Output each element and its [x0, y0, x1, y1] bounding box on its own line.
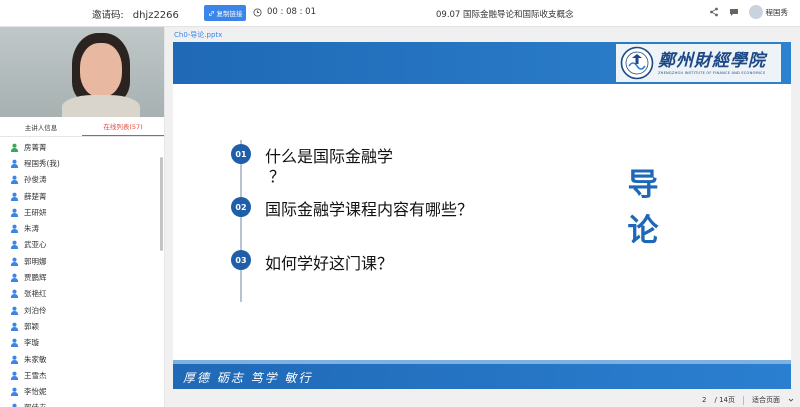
current-user-menu[interactable]: 程国秀 [748, 5, 789, 19]
tab-online-list[interactable]: 在线列表(57) [82, 117, 164, 136]
total-pages: / 14页 [714, 396, 736, 404]
copy-link-label: 复制链接 [216, 10, 243, 18]
user-name: 李怡妮 [24, 387, 47, 397]
person-icon [10, 355, 19, 364]
user-name: 房菁菁 [24, 142, 47, 152]
page-controls: 2 / 14页 适合页面 [680, 393, 800, 407]
top-bar: 邀请码: dhjz2266 复制链接 00 : 08 : 01 09.07 国际… [0, 0, 800, 27]
item-number-badge: 02 [231, 197, 251, 217]
slide: 鄭州財經學院 ZHENGZHOU INSTITUTE OF FINANCE AN… [173, 42, 791, 389]
presenter-video [0, 27, 164, 117]
person-icon [12, 404, 17, 407]
slide-header: 鄭州財經學院 ZHENGZHOU INSTITUTE OF FINANCE AN… [173, 42, 791, 84]
user-name: 程国秀(我) [24, 158, 60, 168]
user-name: 郭明娜 [24, 256, 47, 266]
item-number-badge: 01 [231, 144, 251, 164]
user-name: 朱家敏 [24, 354, 47, 364]
fit-page-select[interactable]: 适合页面 [752, 395, 780, 405]
host-person-icon [10, 143, 19, 152]
meeting-title: 09.07 国际金融导论和国际收支概念 [436, 10, 574, 20]
agenda-item-3: 如何学好这门课？ [265, 254, 394, 273]
list-item[interactable]: 孙俊涛 [0, 172, 164, 188]
list-item[interactable]: 薛楚菁 [0, 188, 164, 204]
person-icon [10, 257, 19, 266]
document-viewer: Ch0-导论.pptx 鄭州財經學院 ZHENGZHOU INSTITUTE O… [165, 27, 800, 407]
chevron-down-icon[interactable] [788, 397, 794, 403]
left-panel: 主讲人信息 在线列表(57) 房菁菁程国秀(我) 孙俊涛薛楚菁王研妍朱涛武亚心郭明… [0, 27, 165, 407]
list-item[interactable]: 郭明娜 [0, 253, 164, 269]
list-item[interactable]: 郭佳卉 [0, 400, 164, 407]
agenda-item-2: 国际金融学课程内容有哪些？ [265, 200, 474, 219]
user-name: 郭颖 [24, 321, 39, 331]
user-name: 张艳红 [24, 289, 47, 299]
person-icon [10, 208, 19, 217]
online-user-list: 房菁菁程国秀(我) 孙俊涛薛楚菁王研妍朱涛武亚心郭明娜贾鹏辉张艳红刘泊伶郭颖李璇朱… [0, 137, 164, 407]
person-icon [10, 322, 19, 331]
user-name: 薛楚菁 [24, 191, 47, 201]
copy-link-button[interactable]: 复制链接 [204, 5, 246, 21]
timer-text: 00 : 08 : 01 [267, 7, 316, 17]
logo-english-name: ZHENGZHOU INSTITUTE OF FINANCE AND ECONO… [658, 70, 766, 75]
user-name: 武亚心 [24, 240, 47, 250]
document-filename[interactable]: Ch0-导论.pptx [174, 30, 222, 40]
list-item[interactable]: 武亚心 [0, 237, 164, 253]
person-icon [10, 175, 19, 185]
invite-code: dhjz2266 [132, 10, 179, 21]
person-icon [10, 387, 19, 397]
user-name: 王雪杰 [24, 370, 47, 380]
list-item[interactable]: 王研妍 [0, 204, 164, 220]
list-item[interactable]: 程国秀(我) [0, 155, 164, 171]
slide-footer: 厚德 砺志 笃学 敏行 [173, 360, 791, 389]
list-item[interactable]: 张艳红 [0, 286, 164, 302]
chat-icon[interactable] [729, 7, 739, 17]
list-item[interactable]: 李怡妮 [0, 383, 164, 399]
person-icon [10, 192, 19, 201]
person-icon [10, 371, 19, 380]
user-name: 王研妍 [24, 207, 47, 217]
list-item[interactable]: 王雪杰 [0, 367, 164, 383]
logo-chinese-name: 鄭州財經學院 [658, 50, 766, 71]
user-name: 郭佳卉 [24, 402, 47, 407]
timeline-line [240, 140, 242, 302]
share-icon[interactable] [709, 7, 719, 17]
list-item[interactable]: 贾鹏辉 [0, 269, 164, 285]
slide-title: 导 论 [627, 167, 659, 249]
user-name: 李璇 [24, 338, 39, 348]
person-icon [10, 224, 19, 234]
university-seal-icon [620, 46, 654, 80]
current-page[interactable]: 2 [702, 396, 706, 404]
person-icon [10, 306, 19, 315]
avatar [748, 5, 763, 19]
list-item[interactable]: 朱家敏 [0, 351, 164, 367]
user-name: 孙俊涛 [24, 175, 47, 185]
current-user-name: 程国秀 [765, 7, 789, 17]
meeting-timer: 00 : 08 : 01 [253, 7, 316, 17]
person-icon [10, 159, 19, 168]
person-icon [10, 273, 19, 283]
person-icon [10, 241, 19, 250]
university-motto: 厚德 砺志 笃学 敏行 [183, 371, 313, 385]
person-icon [10, 289, 19, 299]
item-number-badge: 03 [231, 250, 251, 270]
user-name: 朱涛 [24, 224, 39, 234]
agenda-item-1: 什么是国际金融学 ？ [265, 147, 394, 186]
list-item[interactable]: 李璇 [0, 335, 164, 351]
list-item[interactable]: 刘泊伶 [0, 302, 164, 318]
person-icon [10, 338, 19, 348]
user-name: 刘泊伶 [24, 305, 47, 315]
list-item[interactable]: 郭颖 [0, 318, 164, 334]
invite-label: 邀请码: [92, 10, 124, 21]
link-icon [208, 10, 214, 16]
invite-code-display: 邀请码: dhjz2266 [92, 7, 179, 21]
clock-icon [253, 7, 262, 17]
tab-presenter-info[interactable]: 主讲人信息 [0, 117, 82, 136]
list-item[interactable]: 房菁菁 [0, 139, 164, 155]
panel-tabs: 主讲人信息 在线列表(57) [0, 117, 164, 137]
user-list-scrollbar[interactable] [160, 157, 163, 251]
university-logo: 鄭州財經學院 ZHENGZHOU INSTITUTE OF FINANCE AN… [616, 44, 781, 82]
top-right-actions: 程国秀 [709, 5, 789, 19]
user-name: 贾鹏辉 [24, 273, 47, 283]
list-item[interactable]: 朱涛 [0, 220, 164, 236]
